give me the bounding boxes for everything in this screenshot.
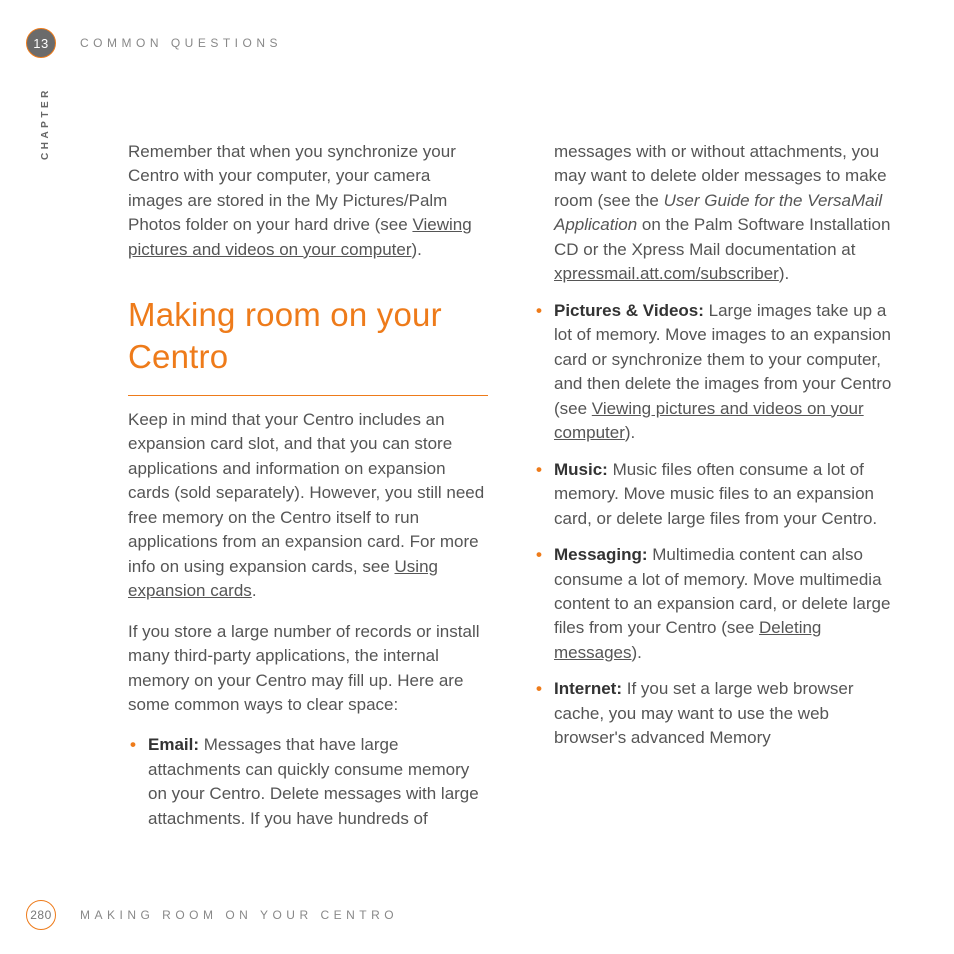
email-label: Email: [148,735,199,754]
intro-paragraph: Remember that when you synchronize your … [128,140,488,262]
email-t3: ). [779,264,789,283]
para1-before: Keep in mind that your Centro includes a… [128,410,484,576]
list-item-pictures: Pictures & Videos: Large images take up … [554,299,894,446]
list-item-music: Music: Music files often consume a lot o… [554,458,894,531]
header-section-label: COMMON QUESTIONS [80,36,282,50]
chapter-number: 13 [33,36,48,51]
list-item-messaging: Messaging: Multimedia content can also c… [554,543,894,665]
intro-text-after: ). [412,240,422,259]
page-number-badge: 280 [26,900,56,930]
link-xpressmail[interactable]: xpressmail.att.com/subscriber [554,264,779,283]
para1-after: . [252,581,257,600]
document-page: 13 COMMON QUESTIONS CHAPTER Remember tha… [0,0,954,954]
messaging-label: Messaging: [554,545,648,564]
link-viewing-pictures-2[interactable]: Viewing pictures and videos on your comp… [554,399,864,442]
chapter-number-badge: 13 [26,28,56,58]
pictures-label: Pictures & Videos: [554,301,704,320]
pictures-t2: ). [625,423,635,442]
page-number: 280 [30,908,52,922]
list-item-internet: Internet: If you set a large web browser… [554,677,894,750]
intro-text-before: Remember that when you synchronize your … [128,142,456,234]
body-content: Remember that when you synchronize your … [128,140,894,844]
chapter-vertical-label: CHAPTER [40,87,51,160]
messaging-t2: ). [631,643,641,662]
paragraph-expansion: Keep in mind that your Centro includes a… [128,408,488,604]
footer-section-label: MAKING ROOM ON YOUR CENTRO [80,908,398,922]
section-title: Making room on your Centro [128,294,488,396]
paragraph-clear-space: If you store a large number of records o… [128,620,488,718]
music-label: Music: [554,460,608,479]
internet-label: Internet: [554,679,622,698]
